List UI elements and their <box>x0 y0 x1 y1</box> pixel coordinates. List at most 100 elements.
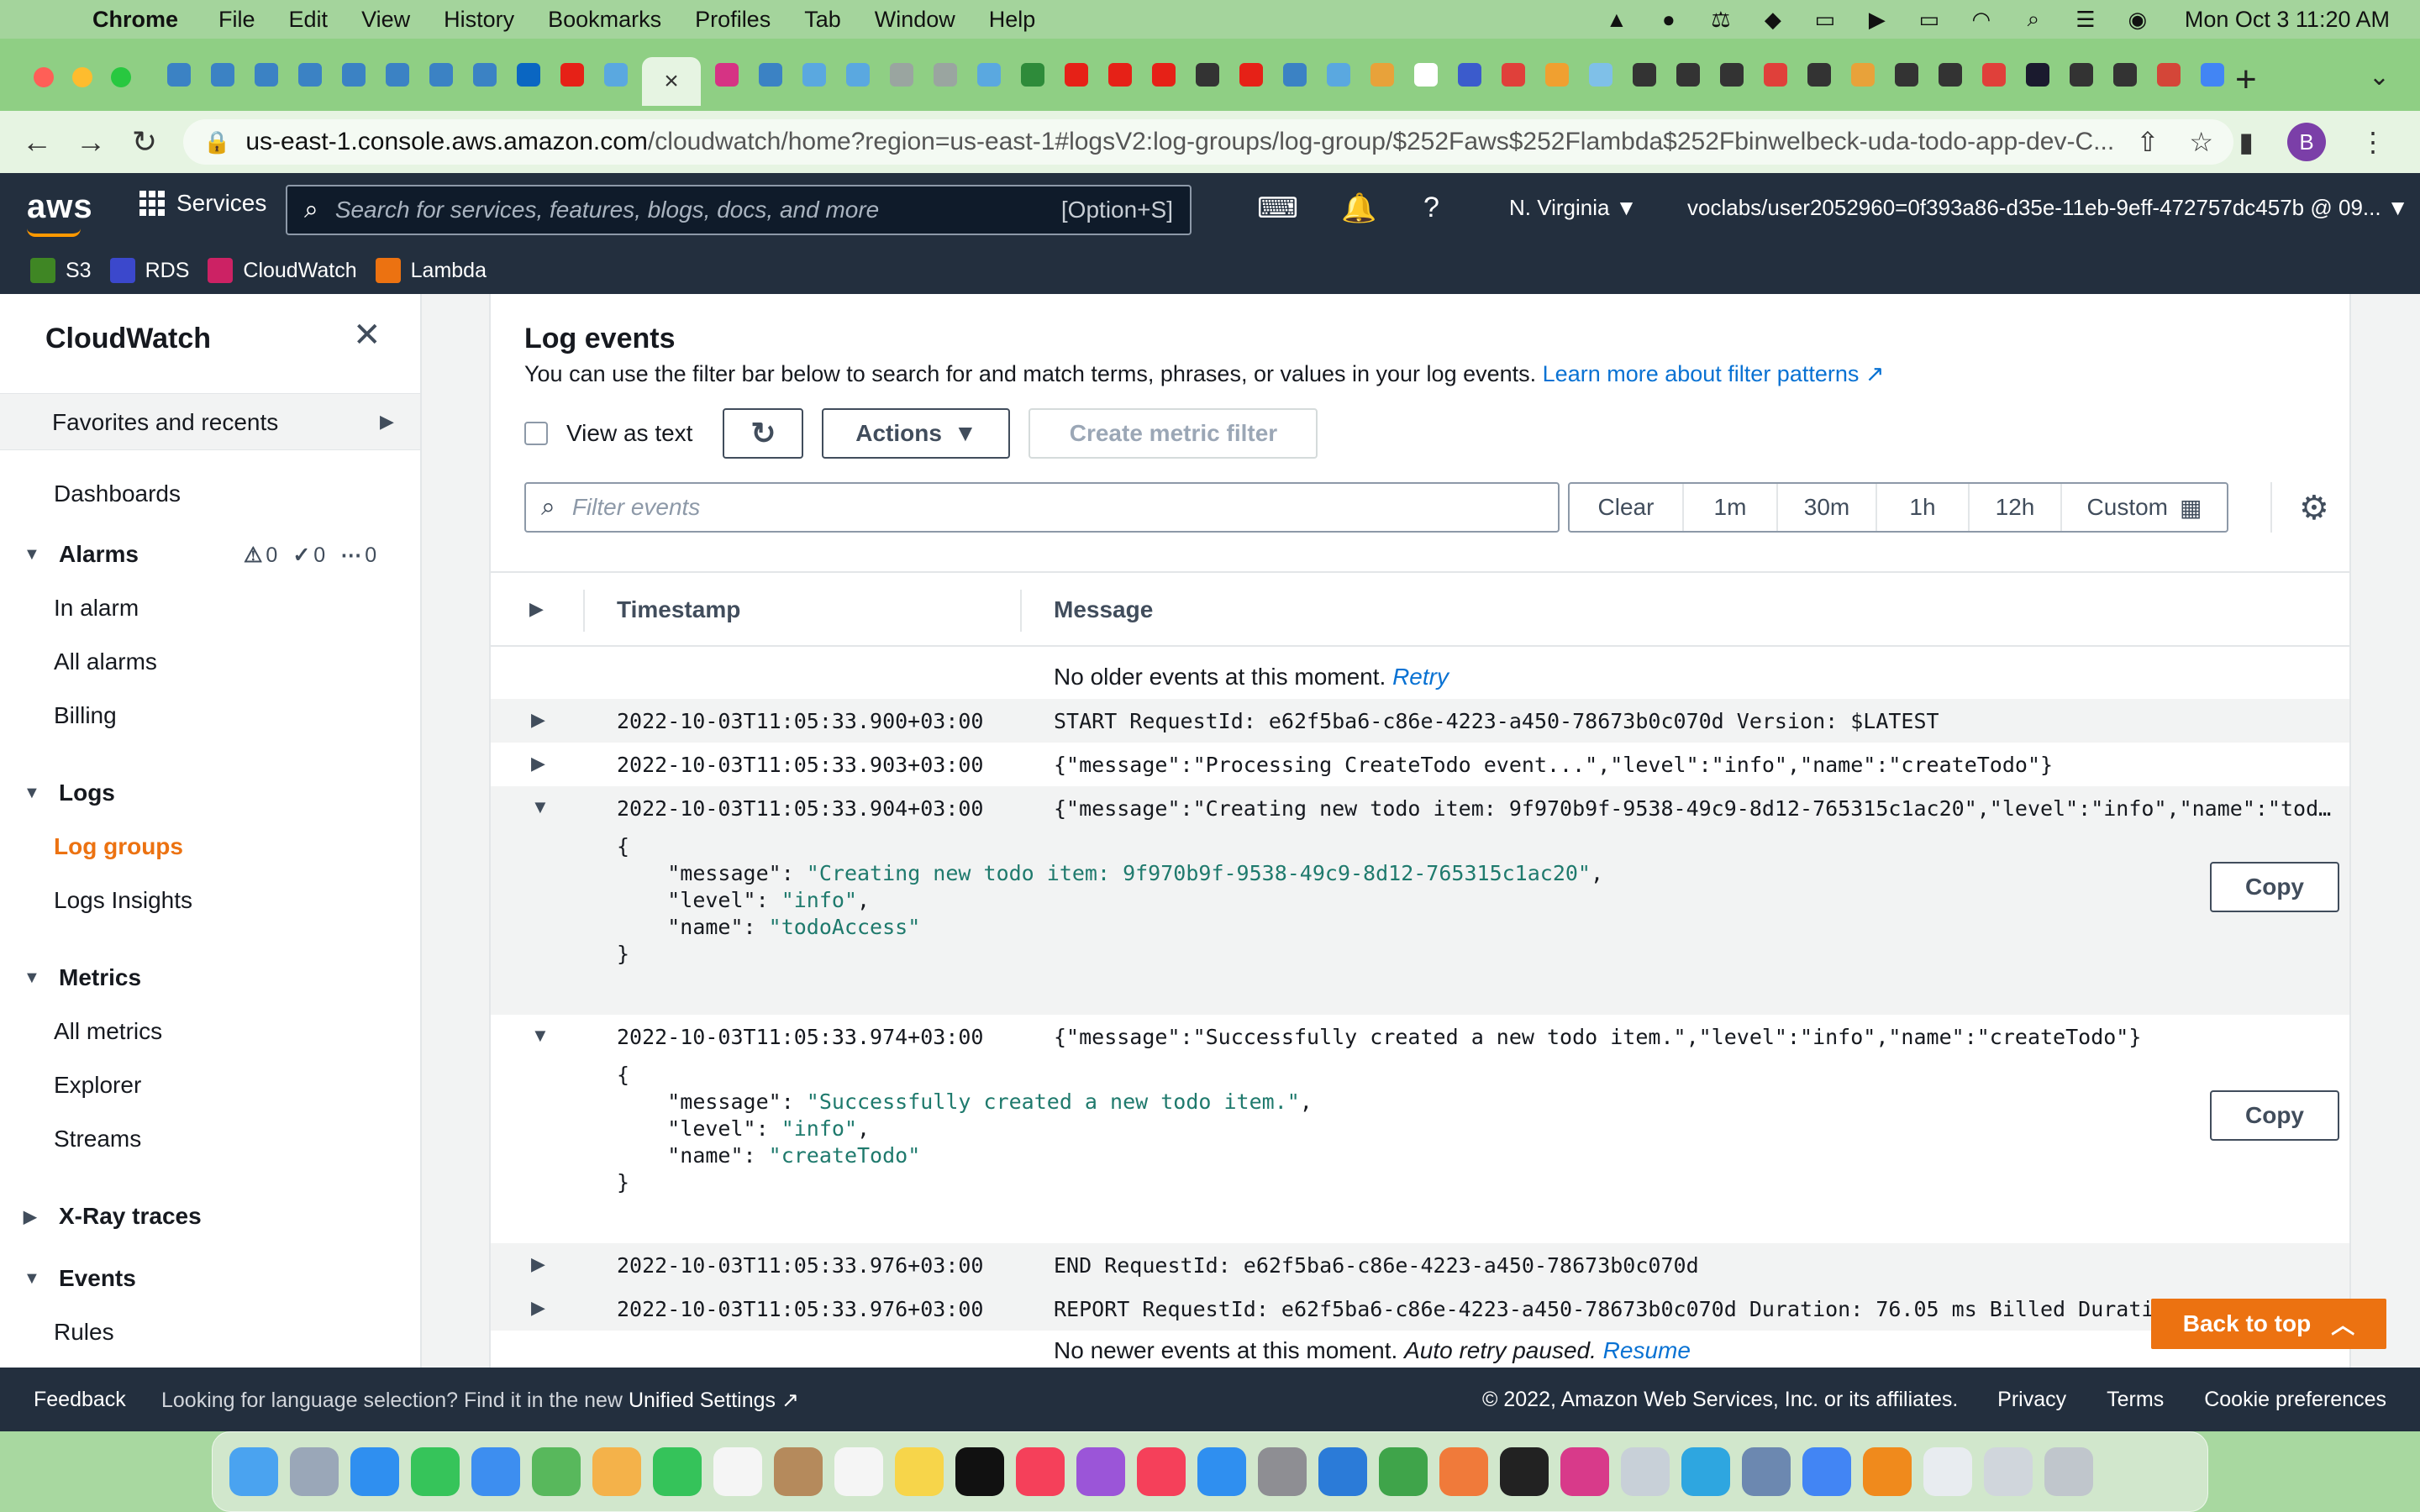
tab[interactable] <box>511 57 546 92</box>
menu-edit[interactable]: Edit <box>289 7 329 33</box>
sidebar-item-explorer[interactable]: Explorer <box>54 1072 141 1099</box>
share-icon[interactable]: ⇧ <box>2137 126 2160 158</box>
messages-icon[interactable] <box>411 1447 460 1496</box>
preview-icon[interactable] <box>1742 1447 1791 1496</box>
learn-more-link[interactable]: Learn more about filter patterns ↗ <box>1543 361 1885 386</box>
table-row[interactable]: ▶ 2022-10-03T11:05:33.976+03:00 END Requ… <box>491 1243 2349 1287</box>
view-as-text-checkbox[interactable] <box>524 422 548 445</box>
tab[interactable] <box>1234 57 1269 92</box>
tab[interactable] <box>1190 57 1225 92</box>
services-menu-button[interactable]: Services <box>139 190 266 217</box>
tab[interactable] <box>1845 57 1881 92</box>
elephant-tray-icon[interactable]: ◆ <box>1760 7 1786 32</box>
unified-settings-link[interactable]: Unified Settings ↗ <box>629 1389 799 1412</box>
table-row[interactable]: ▶ 2022-10-03T11:05:33.900+03:00 START Re… <box>491 699 2349 743</box>
tab[interactable] <box>1802 57 1837 92</box>
filter-events-input[interactable]: ⌕ Filter events <box>524 482 1560 533</box>
chrome-icon[interactable] <box>1802 1447 1851 1496</box>
sidebar-item-logs-insights[interactable]: Logs Insights <box>54 887 192 914</box>
mail-icon[interactable] <box>471 1447 520 1496</box>
contacts-icon[interactable] <box>774 1447 823 1496</box>
spotlight-search-icon[interactable]: ⌕ <box>2020 6 2047 31</box>
close-icon[interactable]: ✕ <box>353 316 381 354</box>
aws-logo[interactable]: aws <box>27 188 93 237</box>
forward-arrow-icon[interactable]: → <box>64 124 118 160</box>
region-selector[interactable]: N. Virginia ▼ <box>1509 195 1637 221</box>
sidebar-section-logs[interactable]: ▼ Logs <box>24 780 115 806</box>
document-icon[interactable] <box>1923 1447 1972 1496</box>
copy-button[interactable]: Copy <box>2210 862 2339 912</box>
music-icon[interactable] <box>1016 1447 1065 1496</box>
cloudshell-icon[interactable]: ⌨ <box>1257 192 1298 225</box>
sidebar-item-all-metrics[interactable]: All metrics <box>54 1018 162 1045</box>
tab[interactable] <box>2195 57 2230 92</box>
tab[interactable] <box>1583 57 1618 92</box>
facetime-icon[interactable] <box>653 1447 702 1496</box>
vscode-icon[interactable] <box>1318 1447 1367 1496</box>
favorite-cloudwatch[interactable]: CloudWatch <box>208 258 357 283</box>
photos-icon[interactable] <box>592 1447 641 1496</box>
tab[interactable] <box>1059 57 1094 92</box>
tab[interactable] <box>555 57 590 92</box>
control-center-icon[interactable]: ☰ <box>2072 7 2099 32</box>
tab[interactable] <box>928 57 963 92</box>
trash-icon[interactable] <box>2044 1447 2093 1496</box>
time-range-30m[interactable]: 30m <box>1778 484 1877 531</box>
tab[interactable] <box>1496 57 1531 92</box>
tab[interactable] <box>205 57 240 92</box>
tab[interactable] <box>1889 57 1924 92</box>
feedback-link[interactable]: Feedback <box>34 1388 126 1412</box>
tab[interactable] <box>1365 57 1400 92</box>
reload-icon[interactable]: ↻ <box>118 124 171 160</box>
app-store-icon[interactable] <box>1197 1447 1246 1496</box>
menu-clock[interactable]: Mon Oct 3 11:20 AM <box>2185 7 2390 33</box>
table-row-expanded[interactable]: ▼ 2022-10-03T11:05:33.904+03:00 {"messag… <box>491 786 2349 1015</box>
maps-icon[interactable] <box>532 1447 581 1496</box>
create-metric-filter-button[interactable]: Create metric filter <box>1028 408 1318 459</box>
calendar-icon[interactable] <box>713 1447 762 1496</box>
navigation-tray-icon[interactable]: ● <box>1655 7 1682 32</box>
help-icon[interactable]: ? <box>1423 192 1439 224</box>
battery-icon[interactable]: ▭ <box>1916 7 1943 32</box>
tab[interactable] <box>884 57 919 92</box>
safari-icon[interactable] <box>350 1447 399 1496</box>
intellij-icon[interactable] <box>1560 1447 1609 1496</box>
expand-row-icon[interactable]: ▶ <box>531 1253 545 1275</box>
resume-link[interactable]: Resume <box>1603 1337 1691 1363</box>
sidebar-item-billing[interactable]: Billing <box>54 702 117 729</box>
time-range-12h[interactable]: 12h <box>1970 484 2062 531</box>
table-row[interactable]: ▶ 2022-10-03T11:05:33.976+03:00 REPORT R… <box>491 1287 2349 1331</box>
flag-tray-icon[interactable]: ▭ <box>1812 7 1839 32</box>
tab[interactable] <box>1015 57 1050 92</box>
new-tab-icon[interactable]: + <box>2235 59 2257 101</box>
time-range-1h[interactable]: 1h <box>1877 484 1970 531</box>
gear-icon[interactable]: ⚙ <box>2299 489 2329 528</box>
tab[interactable] <box>380 57 415 92</box>
finder-icon[interactable] <box>229 1447 278 1496</box>
sidebar-favorites[interactable]: Favorites and recents ▶ <box>0 393 420 450</box>
favorite-s3[interactable]: S3 <box>30 258 92 283</box>
tab[interactable] <box>753 57 788 92</box>
tab[interactable] <box>797 57 832 92</box>
tab[interactable] <box>336 57 371 92</box>
tab[interactable] <box>2020 57 2055 92</box>
alarm-state-in-alarm[interactable]: ⚠ 0 <box>244 543 277 568</box>
sidebar-section-alarms[interactable]: ▼ Alarms <box>24 541 139 568</box>
time-range-1m[interactable]: 1m <box>1684 484 1778 531</box>
side-panel-icon[interactable]: ▮ <box>2238 126 2254 158</box>
sidebar-section-events[interactable]: ▼ Events <box>24 1265 136 1292</box>
actions-dropdown-button[interactable]: Actions ▼ <box>822 408 1011 459</box>
tab[interactable] <box>1670 57 1706 92</box>
postman-icon[interactable] <box>1439 1447 1488 1496</box>
time-range-clear[interactable]: Clear <box>1570 484 1684 531</box>
sidebar-item-streams[interactable]: Streams <box>54 1126 141 1152</box>
tab[interactable] <box>1539 57 1575 92</box>
menu-window[interactable]: Window <box>875 7 955 33</box>
tab-search-chevron-icon[interactable]: ⌄ <box>2369 62 2390 92</box>
back-to-top-button[interactable]: Back to top ︿ <box>2151 1299 2386 1349</box>
tab[interactable] <box>1758 57 1793 92</box>
vlc-tray-icon[interactable]: ▲ <box>1603 7 1630 32</box>
tab[interactable] <box>1976 57 2012 92</box>
news-icon[interactable] <box>1137 1447 1186 1496</box>
tab[interactable] <box>1277 57 1313 92</box>
